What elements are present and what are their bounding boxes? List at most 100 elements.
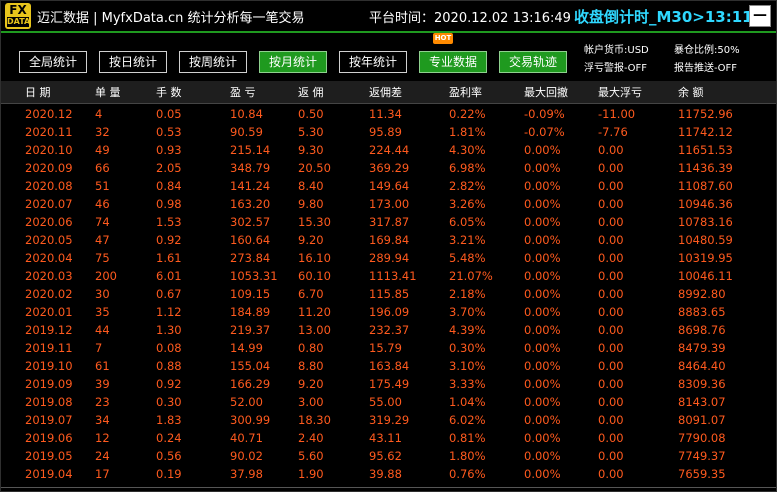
cell-lots: 0.92: [156, 377, 182, 391]
cell-lots: 0.56: [156, 449, 182, 463]
cell-date: 2020.02: [25, 287, 73, 301]
cell-rebate-diff: 369.29: [369, 161, 410, 175]
cell-lots: 0.92: [156, 233, 182, 247]
cell-profit-rate: 0.22%: [449, 107, 486, 121]
cell-orders: 34: [95, 413, 110, 427]
cell-orders: 7: [95, 341, 103, 355]
float-loss-alert[interactable]: 浮亏警报-OFF: [584, 59, 647, 74]
cell-balance: 11436.39: [678, 161, 733, 175]
cell-lots: 0.84: [156, 179, 182, 193]
cell-date: 2020.09: [25, 161, 73, 175]
cell-profit: 109.15: [230, 287, 271, 301]
cell-max-float-loss: 0.00: [598, 467, 624, 481]
table-row: 2020.07 46 0.98 163.20 9.80 173.00 3.26% 0.00% 0…: [1, 196, 776, 214]
cell-balance: 10480.59: [678, 233, 733, 247]
cell-date: 2020.10: [25, 143, 73, 157]
cell-lots: 0.67: [156, 287, 182, 301]
cell-balance: 7659.35: [678, 467, 726, 481]
cell-rebate-diff: 95.62: [369, 449, 402, 463]
table-row: 2019.11 7 0.08 14.99 0.80 15.79 0.30% 0.00% 0.00…: [1, 340, 776, 358]
cell-profit: 348.79: [230, 161, 271, 175]
cell-date: 2019.06: [25, 431, 73, 445]
cell-max-drawdown: 0.00%: [524, 359, 561, 373]
cell-profit-rate: 2.18%: [449, 287, 486, 301]
cell-rebate-diff: 173.00: [369, 197, 410, 211]
cell-orders: 74: [95, 215, 110, 229]
cell-orders: 51: [95, 179, 110, 193]
cell-date: 2019.11: [25, 341, 73, 355]
cell-balance: 8992.80: [678, 287, 726, 301]
cell-rebate-diff: 289.94: [369, 251, 410, 265]
cell-profit: 141.24: [230, 179, 271, 193]
cell-date: 2020.11: [25, 125, 73, 139]
header-max-drawdown: 最大回撤: [524, 86, 568, 99]
cell-max-float-loss: 0.00: [598, 197, 624, 211]
cell-balance: 8091.07: [678, 413, 726, 427]
cell-lots: 6.01: [156, 269, 182, 283]
header-max-float-loss: 最大浮亏: [598, 86, 642, 99]
report-push[interactable]: 报告推送-OFF: [674, 59, 737, 74]
cell-profit-rate: 0.76%: [449, 467, 486, 481]
cell-rebate: 3.00: [298, 395, 324, 409]
cell-rebate: 5.30: [298, 125, 324, 139]
cell-date: 2020.12: [25, 107, 73, 121]
exposure-ratio: 暴仓比例:50%: [674, 45, 740, 56]
header-rebate: 返 佣: [298, 86, 324, 99]
pro-data-button[interactable]: 专业数据: [419, 51, 487, 73]
cell-rebate: 18.30: [298, 413, 331, 427]
cell-rebate: 9.20: [298, 233, 324, 247]
cell-balance: 11087.60: [678, 179, 733, 193]
cell-rebate-diff: 169.84: [369, 233, 410, 247]
minimize-button[interactable]: —: [749, 5, 771, 27]
cell-rebate: 9.20: [298, 377, 324, 391]
cell-rebate: 6.70: [298, 287, 324, 301]
trade-track-button[interactable]: 交易轨迹: [499, 51, 567, 73]
title-bar: FX DATA 迈汇数据 | MyfxData.cn 统计分析每一笔交易 平台时…: [1, 1, 776, 33]
cell-lots: 0.53: [156, 125, 182, 139]
cell-profit-rate: 3.33%: [449, 377, 486, 391]
cell-lots: 1.61: [156, 251, 182, 265]
cell-orders: 4: [95, 107, 103, 121]
table-row: 2019.10 61 0.88 155.04 8.80 163.84 3.10% 0.00% 0…: [1, 358, 776, 376]
cell-balance: 8309.36: [678, 377, 726, 391]
header-profit-rate: 盈利率: [449, 86, 482, 99]
global-stats-button[interactable]: 全局统计: [19, 51, 87, 73]
cell-profit-rate: 1.80%: [449, 449, 486, 463]
platform-time: 平台时间：2020.12.02 13:16:49: [369, 11, 571, 26]
cell-profit: 166.29: [230, 377, 271, 391]
cell-date: 2020.06: [25, 215, 73, 229]
cell-balance: 11651.53: [678, 143, 733, 157]
yearly-stats-button[interactable]: 按年统计: [339, 51, 407, 73]
monthly-stats-button[interactable]: 按月统计: [259, 51, 327, 73]
cell-orders: 66: [95, 161, 110, 175]
cell-orders: 61: [95, 359, 110, 373]
hot-badge: HOT: [433, 33, 453, 44]
header-date: 日 期: [25, 86, 51, 99]
cell-lots: 1.30: [156, 323, 182, 337]
cell-orders: 49: [95, 143, 110, 157]
cell-lots: 1.83: [156, 413, 182, 427]
cell-date: 2020.03: [25, 269, 73, 283]
cell-max-float-loss: 0.00: [598, 287, 624, 301]
header-profit: 盈 亏: [230, 86, 256, 99]
account-currency: 帐户货币:USD: [584, 45, 649, 56]
cell-rebate-diff: 15.79: [369, 341, 402, 355]
cell-profit-rate: 3.21%: [449, 233, 486, 247]
cell-max-float-loss: 0.00: [598, 413, 624, 427]
cell-rebate: 2.40: [298, 431, 324, 445]
cell-orders: 47: [95, 233, 110, 247]
app-title: 迈汇数据 | MyfxData.cn 统计分析每一笔交易: [37, 11, 305, 26]
table-row: 2020.10 49 0.93 215.14 9.30 224.44 4.30% 0.00% 0…: [1, 142, 776, 160]
cell-balance: 8143.07: [678, 395, 726, 409]
cell-max-float-loss: -11.00: [598, 107, 636, 121]
cell-profit: 300.99: [230, 413, 271, 427]
bottom-divider: [1, 487, 776, 492]
cell-date: 2019.05: [25, 449, 73, 463]
cell-profit: 160.64: [230, 233, 271, 247]
header-rebate-diff: 返佣差: [369, 86, 402, 99]
table-row: 2019.12 44 1.30 219.37 13.00 232.37 4.39% 0.00%…: [1, 322, 776, 340]
weekly-stats-button[interactable]: 按周统计: [179, 51, 247, 73]
cell-max-float-loss: 0.00: [598, 179, 624, 193]
app-window: FX DATA 迈汇数据 | MyfxData.cn 统计分析每一笔交易 平台时…: [0, 0, 777, 492]
daily-stats-button[interactable]: 按日统计: [99, 51, 167, 73]
